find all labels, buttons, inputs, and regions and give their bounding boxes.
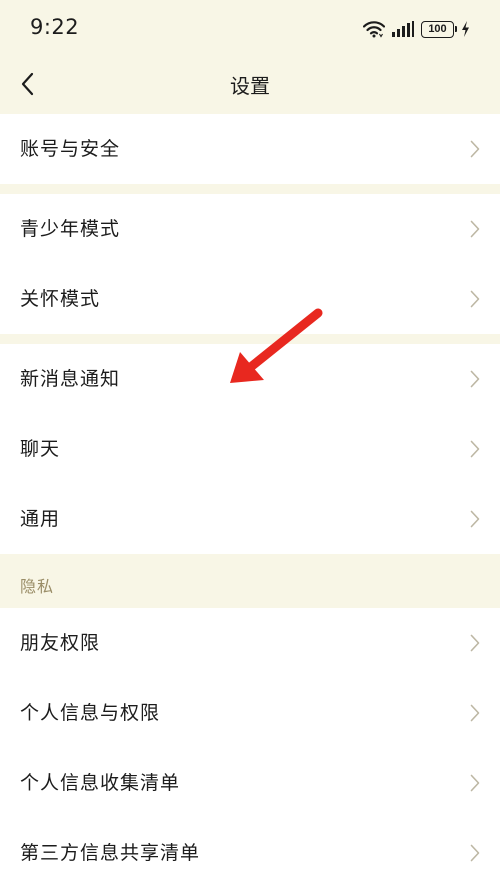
section-header-privacy: 隐私: [0, 555, 500, 607]
settings-item-third-party-sharing-list[interactable]: 第三方信息共享清单: [0, 818, 500, 888]
chevron-right-icon: [470, 844, 480, 862]
settings-item-label: 个人信息与权限: [20, 702, 161, 724]
signal-icon: [392, 21, 414, 37]
chevron-right-icon: [470, 704, 480, 722]
chevron-right-icon: [470, 510, 480, 528]
chevron-right-icon: [470, 370, 480, 388]
nav-bar: 设置: [0, 58, 500, 110]
settings-item-account-security[interactable]: 账号与安全: [0, 114, 500, 184]
chevron-right-icon: [470, 290, 480, 308]
chevron-right-icon: [470, 774, 480, 792]
settings-item-personal-info-permissions[interactable]: 个人信息与权限: [0, 678, 500, 748]
settings-item-personal-info-collection-list[interactable]: 个人信息收集清单: [0, 748, 500, 818]
section-label: 隐私: [20, 577, 55, 596]
wifi-icon: [363, 21, 385, 38]
settings-item-label: 通用: [20, 508, 61, 530]
settings-item-label: 账号与安全: [20, 138, 121, 160]
battery-level: 100: [428, 23, 447, 35]
settings-item-label: 个人信息收集清单: [20, 772, 181, 794]
settings-item-general[interactable]: 通用: [0, 484, 500, 554]
settings-item-label: 关怀模式: [20, 288, 101, 310]
battery-icon: 100: [421, 20, 457, 38]
settings-item-label: 第三方信息共享清单: [20, 842, 201, 864]
settings-item-label: 青少年模式: [20, 218, 121, 240]
settings-item-chat[interactable]: 聊天: [0, 414, 500, 484]
settings-item-label: 朋友权限: [20, 632, 101, 654]
settings-item-care-mode[interactable]: 关怀模式: [0, 264, 500, 334]
status-bar: 9:22 100: [0, 0, 500, 58]
chevron-right-icon: [470, 220, 480, 238]
settings-item-label: 聊天: [20, 438, 61, 460]
charging-bolt-icon: [462, 21, 469, 37]
settings-item-friend-permissions[interactable]: 朋友权限: [0, 608, 500, 678]
chevron-right-icon: [470, 634, 480, 652]
settings-item-teen-mode[interactable]: 青少年模式: [0, 194, 500, 264]
settings-item-new-message-notification[interactable]: 新消息通知: [0, 344, 500, 414]
chevron-right-icon: [470, 140, 480, 158]
status-icons: 100: [363, 17, 470, 41]
chevron-right-icon: [470, 440, 480, 458]
settings-item-label: 新消息通知: [20, 368, 121, 390]
status-time: 9:22: [30, 15, 80, 39]
page-title: 设置: [230, 74, 270, 98]
